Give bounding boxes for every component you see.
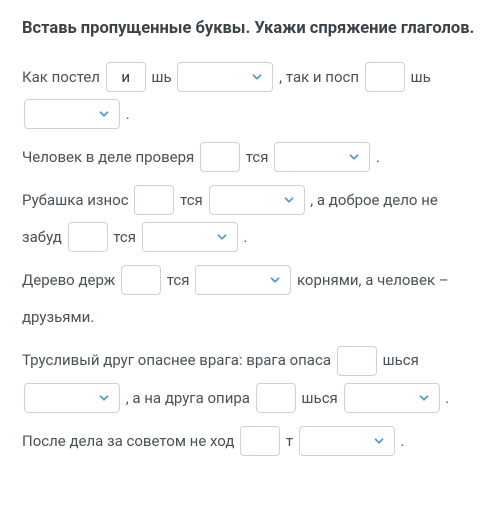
text-segment: шься	[301, 389, 337, 407]
text-segment: После дела за советом не ход	[22, 432, 234, 450]
text-segment: тся	[246, 148, 269, 166]
conjugation-select[interactable]	[344, 383, 440, 413]
chevron-down-icon	[372, 434, 386, 448]
conjugation-select[interactable]	[195, 265, 291, 295]
conjugation-select[interactable]	[299, 426, 395, 456]
letter-input[interactable]	[121, 265, 161, 295]
conjugation-select[interactable]	[142, 222, 238, 252]
chevron-down-icon	[347, 150, 361, 164]
conjugation-select[interactable]	[177, 62, 273, 92]
text-segment: шь	[151, 68, 171, 86]
text-segment: т	[286, 432, 293, 450]
letter-input[interactable]	[68, 222, 108, 252]
chevron-down-icon	[268, 273, 282, 287]
chevron-down-icon	[97, 107, 111, 121]
exercise-line-1: Как постел и шь , так и посп шь .	[22, 58, 478, 132]
text-segment: Трусливый друг опаснее врага: врага опас…	[22, 352, 331, 370]
text-segment: шься	[382, 352, 418, 370]
text-segment: тся	[167, 271, 190, 289]
exercise-line-3: Рубашка износ тся , а доброе дело не заб…	[22, 181, 478, 255]
letter-input[interactable]: и	[106, 62, 146, 92]
text-segment: Рубашка износ	[22, 191, 129, 209]
chevron-down-icon	[97, 391, 111, 405]
letter-input[interactable]	[365, 62, 405, 92]
letter-input[interactable]	[200, 142, 240, 172]
text-segment: .	[445, 389, 449, 407]
exercise-line-4: Дерево держ тся корнями, а человек – дру…	[22, 261, 478, 335]
exercise-line-2: Человек в деле проверя тся .	[22, 138, 478, 175]
text-segment: Дерево держ	[22, 271, 115, 289]
conjugation-select[interactable]	[24, 99, 120, 129]
exercise-heading: Вставь пропущенные буквы. Укажи спряжени…	[22, 18, 478, 40]
chevron-down-icon	[250, 70, 264, 84]
text-segment: , а на друга опира	[126, 389, 250, 407]
text-segment: .	[126, 105, 130, 123]
letter-input[interactable]	[134, 185, 174, 215]
text-segment: , так и посп	[279, 68, 359, 86]
conjugation-select[interactable]	[209, 185, 305, 215]
text-segment: шь	[411, 68, 431, 86]
letter-input[interactable]	[256, 383, 296, 413]
text-segment: Как постел	[22, 68, 100, 86]
chevron-down-icon	[282, 193, 296, 207]
chevron-down-icon	[215, 230, 229, 244]
exercise-line-5: Трусливый друг опаснее врага: врага опас…	[22, 341, 478, 415]
text-segment: .	[376, 148, 380, 166]
letter-input[interactable]	[240, 426, 280, 456]
text-segment: .	[401, 432, 405, 450]
text-segment: Человек в деле проверя	[22, 148, 194, 166]
text-segment: тся	[180, 191, 203, 209]
text-segment: .	[243, 228, 247, 246]
letter-input[interactable]	[337, 346, 377, 376]
text-segment: тся	[113, 228, 136, 246]
exercise-line-6: После дела за советом не ход т .	[22, 422, 478, 459]
conjugation-select[interactable]	[274, 142, 370, 172]
chevron-down-icon	[417, 391, 431, 405]
conjugation-select[interactable]	[24, 383, 120, 413]
